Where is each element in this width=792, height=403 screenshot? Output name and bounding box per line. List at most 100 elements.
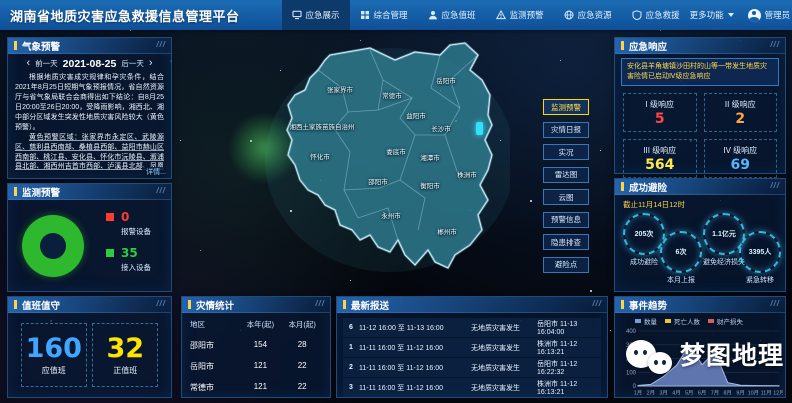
- city-label-zhangjiajie[interactable]: 张家界市: [327, 84, 353, 94]
- stats-header-month: 本月(起): [282, 319, 322, 330]
- svg-text:10月: 10月: [748, 390, 759, 397]
- svg-text:6月: 6月: [698, 390, 706, 397]
- weather-warning-text: 根据地质灾害成灾规律和孕灾条件，结合2021年8月25日短期气象预报情况，省自然…: [8, 73, 171, 171]
- latest-reports-list: 6 11-12 16:00 至 11-13 16:00 无地质灾害发生 岳阳市 …: [337, 313, 607, 397]
- report-row[interactable]: 2 11-11 16:00 至 11-12 16:00 无地质灾害发生 岳阳市 …: [343, 358, 601, 377]
- event-trend-chart: 01002003004001月2月3月4月5月6月7月8月9月10月11月12月: [621, 327, 783, 397]
- city-label-hengyang[interactable]: 衡阳市: [420, 180, 440, 190]
- city-label-yueyang[interactable]: 岳阳市: [436, 75, 456, 85]
- prev-day-button[interactable]: 前一天: [35, 58, 58, 69]
- person-icon: [428, 10, 438, 20]
- weather-details-link[interactable]: 详情...: [142, 167, 166, 177]
- stats-header-region: 地区: [190, 319, 238, 330]
- stats-cell-region[interactable]: 邵阳市: [190, 340, 238, 351]
- panel-title: 灾情统计: [182, 297, 330, 313]
- alarm-legend-swatch: [106, 213, 114, 221]
- report-period: 11-12 16:00 至 11-13 16:00: [359, 323, 471, 333]
- report-row[interactable]: 6 11-12 16:00 至 11-13 16:00 无地质灾害发生 岳阳市 …: [343, 318, 601, 337]
- level-2-response-box: II 级响应 2: [704, 93, 778, 132]
- map-button-cloud[interactable]: 云图: [543, 189, 589, 205]
- alert-icon: [496, 10, 506, 20]
- city-label-shaoyang[interactable]: 邵阳市: [368, 176, 388, 186]
- map-button-radar[interactable]: 雷达图: [543, 167, 589, 183]
- device-legend: 0 报警设备 35 接入设备: [106, 210, 151, 282]
- nav-item-emergency-rescue[interactable]: 应急救援: [622, 0, 690, 30]
- level-4-label: IV 级响应: [723, 145, 757, 156]
- map-button-shelter-points[interactable]: 避险点: [543, 257, 589, 273]
- city-label-chenzhou[interactable]: 郴州市: [437, 226, 457, 236]
- city-label-loudi[interactable]: 娄底市: [386, 146, 406, 156]
- hunan-province-map[interactable]: [250, 40, 510, 285]
- stats-cell-region[interactable]: 常德市: [190, 382, 238, 393]
- svg-text:2月: 2月: [647, 390, 655, 397]
- report-row[interactable]: 1 11-11 16:00 至 11-12 16:00 无地质灾害发生 株洲市 …: [343, 338, 601, 357]
- city-label-xiangtan[interactable]: 湘潭市: [420, 152, 440, 162]
- panel-title: 事件趋势: [615, 297, 785, 313]
- nav-item-emergency-display[interactable]: 应急展示: [282, 0, 350, 30]
- legend-item-count[interactable]: 数量: [635, 316, 657, 326]
- legend-label: 财产损失: [717, 316, 743, 326]
- more-functions-menu[interactable]: 更多功能: [690, 9, 734, 21]
- prev-arrow-icon[interactable]: ‹: [26, 58, 30, 69]
- stats-cell-month: 22: [282, 382, 322, 393]
- map-button-live[interactable]: 实况: [543, 144, 589, 160]
- nav-item-emergency-resources[interactable]: 应急资源: [554, 0, 622, 30]
- map-button-warning-info[interactable]: 预警信息: [543, 212, 589, 228]
- city-label-changde[interactable]: 常德市: [382, 90, 402, 100]
- svg-text:9月: 9月: [736, 390, 744, 397]
- report-no: 6: [343, 324, 359, 331]
- map-button-monitoring-warning[interactable]: 监测预警: [543, 99, 589, 115]
- stats-cell-region[interactable]: 岳阳市: [190, 361, 238, 372]
- gauge-value: 3395人: [749, 247, 772, 257]
- connected-device-count: 35: [121, 246, 138, 260]
- legend-item-deaths[interactable]: 死亡人数: [665, 316, 700, 326]
- nav-item-monitoring-warning[interactable]: 监测预警: [486, 0, 554, 30]
- expected-duty-box: 160 应值班: [21, 323, 87, 387]
- city-label-xiangxi[interactable]: 湘西土家族苗族自治州: [290, 121, 355, 131]
- city-label-yiyang[interactable]: 益阳市: [406, 110, 426, 120]
- report-status: 无地质灾害发生: [471, 363, 537, 373]
- level-2-value: 2: [735, 112, 745, 126]
- level-2-label: II 级响应: [725, 99, 756, 110]
- report-source: 株洲市 11-12 16:13:21: [537, 379, 601, 396]
- expected-duty-count: 160: [26, 335, 82, 362]
- svg-text:400: 400: [626, 329, 637, 335]
- next-day-button[interactable]: 后一天: [121, 58, 144, 69]
- stats-header-year: 本年(起): [238, 319, 282, 330]
- response-notice-ticker[interactable]: 安化县羊角塘镇沙田村的山等一带发生地质灾害险情已启动Ⅳ级应急响应: [621, 58, 779, 86]
- nav-item-comprehensive-management[interactable]: 综合管理: [350, 0, 418, 30]
- gauge-label: 本月上报: [658, 275, 704, 285]
- map-button-disaster-daily[interactable]: 灾情日报: [543, 122, 589, 138]
- legend-item-property-loss[interactable]: 财产损失: [708, 316, 743, 326]
- city-label-huaihua[interactable]: 怀化市: [310, 151, 330, 161]
- gauge-value: 205次: [635, 229, 654, 239]
- alarm-device-count: 0: [121, 210, 129, 224]
- level-3-label: III 级响应: [643, 145, 676, 156]
- device-donut-chart: [22, 215, 84, 277]
- nav-label: 应急资源: [578, 9, 612, 21]
- report-period: 11-11 16:00 至 11-12 16:00: [359, 343, 471, 353]
- next-arrow-icon[interactable]: ›: [149, 58, 153, 69]
- report-no: 2: [343, 364, 359, 371]
- svg-text:0: 0: [633, 384, 637, 390]
- svg-text:12月: 12月: [773, 390, 783, 397]
- legend-label: 死亡人数: [674, 316, 700, 326]
- map-button-hazard-inspection[interactable]: 隐患排查: [543, 234, 589, 250]
- city-label-changsha[interactable]: 长沙市: [431, 123, 451, 133]
- globe-icon: [564, 10, 574, 20]
- report-row[interactable]: 3 11-11 16:00 至 11-12 16:00 无地质灾害发生 株洲市 …: [343, 378, 601, 397]
- duty-body: 160 应值班 32 正值班: [8, 313, 171, 387]
- svg-text:1月: 1月: [634, 390, 642, 397]
- city-label-zhuzhou[interactable]: 株洲市: [457, 169, 477, 179]
- nav-label: 应急值班: [442, 9, 476, 21]
- emergency-response-panel: 应急响应 安化县羊角塘镇沙田村的山等一带发生地质灾害险情已启动Ⅳ级应急响应 I …: [614, 37, 786, 174]
- event-trend-panel: 事件趋势 数量 死亡人数 财产损失 01002003004001月2月3月4月5…: [614, 296, 786, 398]
- svg-text:100: 100: [626, 370, 637, 376]
- successful-avoidance-panel: 成功避险 截止11月14日12时 205次 成功避险 6次 本月上报 1.1亿元…: [614, 178, 786, 292]
- city-label-yongzhou[interactable]: 永州市: [381, 210, 401, 220]
- user-menu[interactable]: 管理员: [748, 9, 792, 22]
- report-status: 无地质灾害发生: [471, 343, 537, 353]
- report-source: 岳阳市 11-12 16:22:32: [537, 359, 601, 376]
- main-nav: 应急展示 综合管理 应急值班 监测预警 应急资源 应急救援: [282, 0, 690, 30]
- nav-item-emergency-duty[interactable]: 应急值班: [418, 0, 486, 30]
